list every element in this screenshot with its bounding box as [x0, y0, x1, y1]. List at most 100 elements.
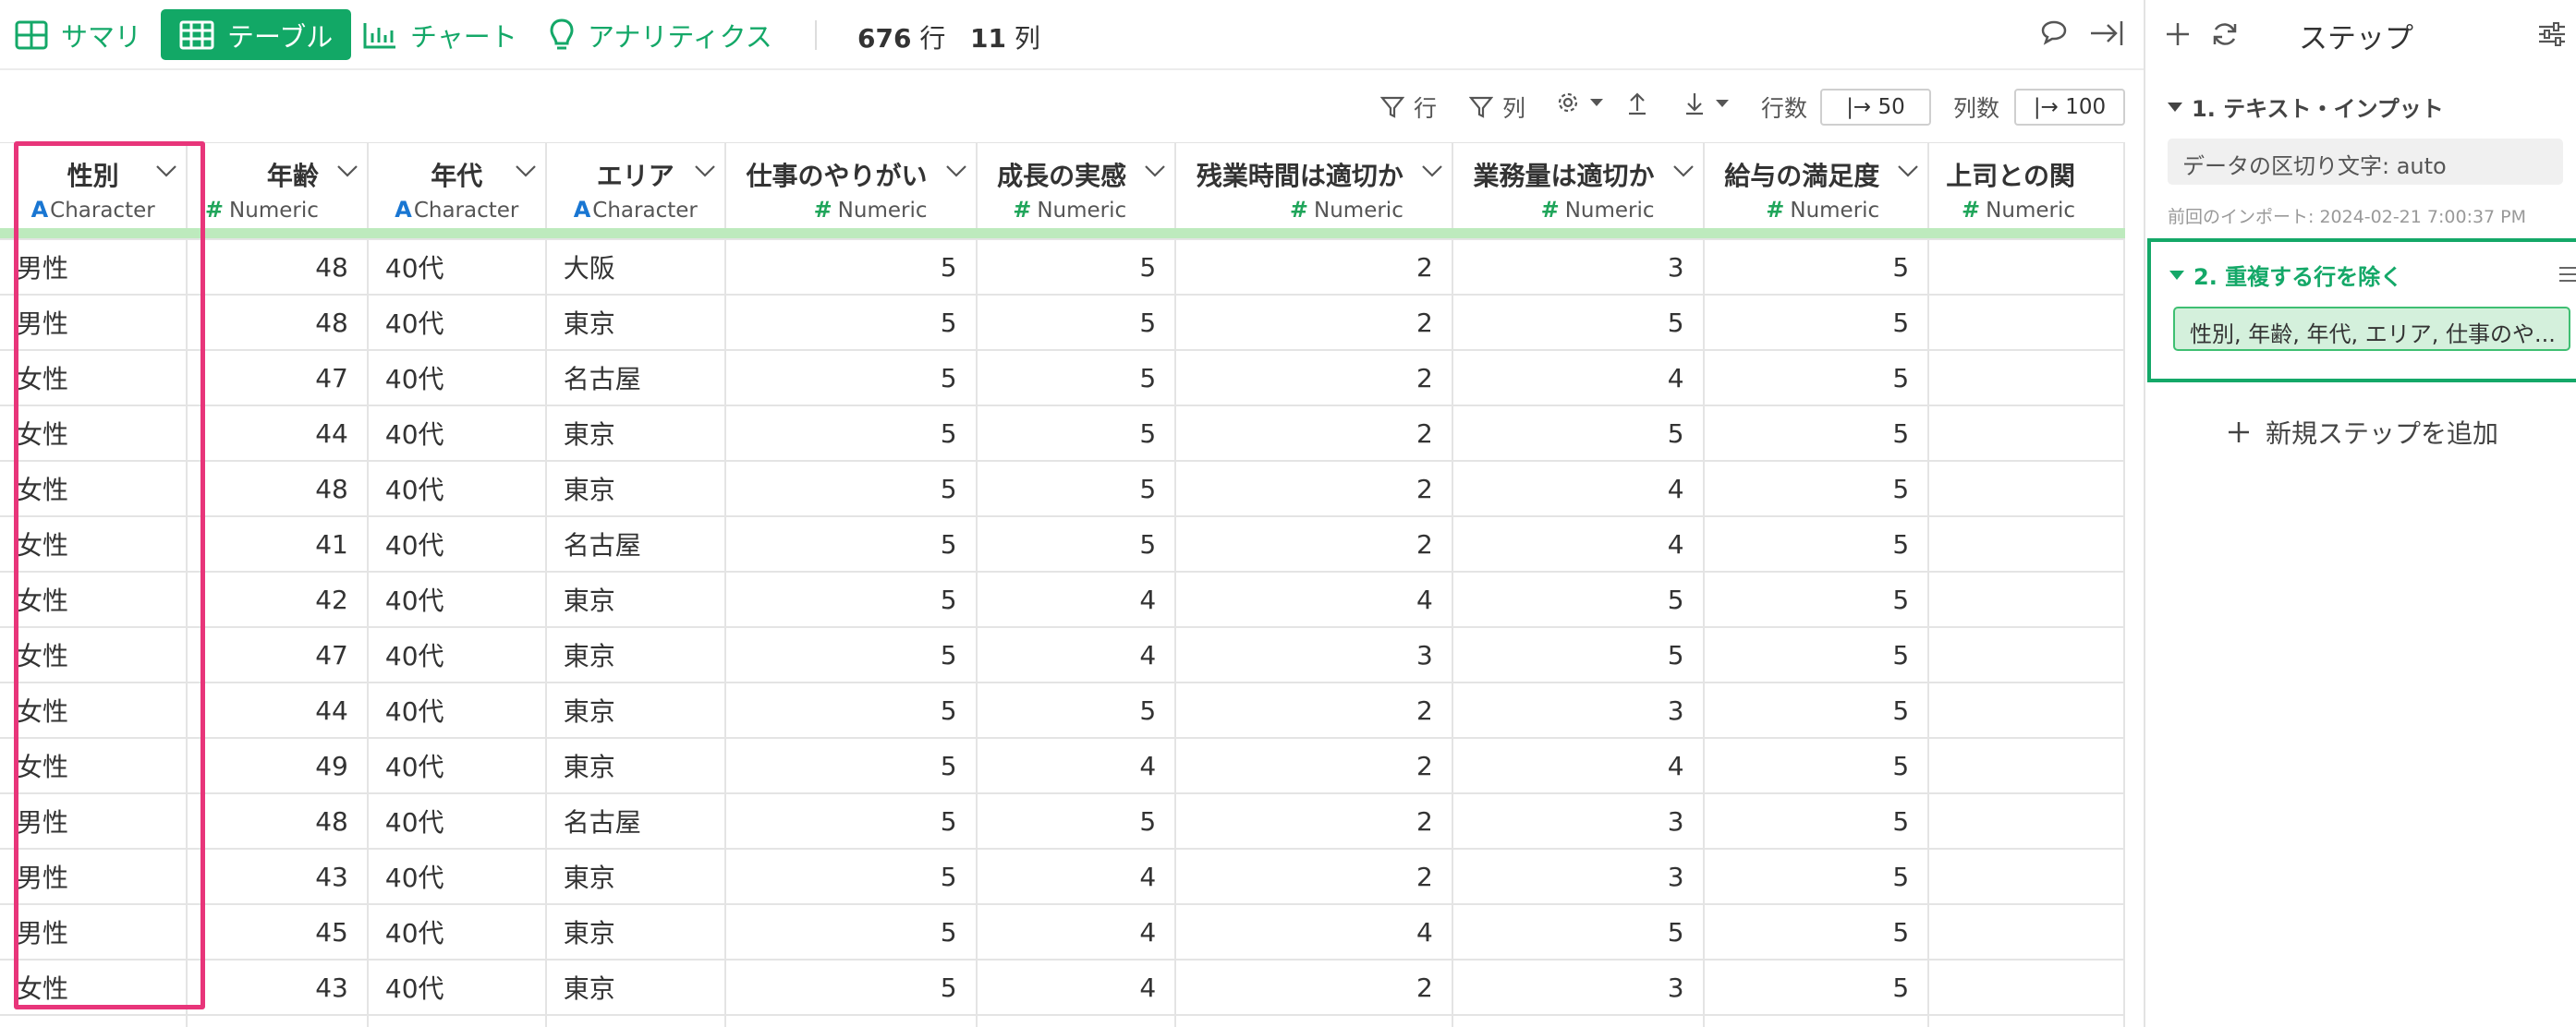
table-cell[interactable]: 東京: [545, 295, 726, 351]
table-cell[interactable]: [0, 1015, 188, 1027]
table-cell[interactable]: 40代: [367, 738, 547, 794]
table-cell[interactable]: 5: [1703, 295, 1930, 351]
chevron-down-icon[interactable]: [693, 163, 717, 178]
table-cell[interactable]: 5: [724, 849, 978, 905]
table-cell[interactable]: 女性: [0, 572, 188, 628]
table-cell[interactable]: 男性: [0, 295, 188, 351]
chevron-down-icon[interactable]: [335, 163, 359, 178]
table-cell[interactable]: 5: [976, 405, 1177, 462]
table-cell[interactable]: 2: [1175, 239, 1453, 296]
table-cell[interactable]: 5: [1703, 572, 1930, 628]
table-cell[interactable]: 女性: [0, 627, 188, 683]
table-cell[interactable]: [1452, 1015, 1705, 1027]
table-cell[interactable]: 40代: [367, 683, 547, 739]
table-cell[interactable]: [1928, 904, 2125, 961]
column-header[interactable]: 年代 ACharacter: [367, 143, 547, 228]
column-header[interactable]: 年齢 # Numeric: [187, 143, 369, 228]
table-cell[interactable]: 女性: [0, 461, 188, 517]
table-cell[interactable]: [1175, 1015, 1453, 1027]
table-cell[interactable]: 2: [1175, 461, 1453, 517]
table-cell[interactable]: [1703, 1015, 1930, 1027]
step-2-header[interactable]: 2. 重複する行を除く: [2169, 259, 2402, 291]
col-filter-button[interactable]: 列: [1469, 91, 1525, 124]
comment-icon[interactable]: [2040, 18, 2068, 46]
tab-chart[interactable]: チャート: [362, 9, 517, 60]
table-cell[interactable]: 2: [1175, 516, 1453, 573]
table-cell[interactable]: 5: [1703, 683, 1930, 739]
table-cell[interactable]: 5: [724, 516, 978, 573]
table-cell[interactable]: [1928, 350, 2125, 406]
table-cell[interactable]: 5: [1703, 793, 1930, 850]
table-cell[interactable]: 東京: [545, 627, 726, 683]
table-cell[interactable]: [1928, 461, 2125, 517]
table-cell[interactable]: 3: [1175, 627, 1453, 683]
column-header[interactable]: 仕事のやりがい # Numeric: [724, 143, 978, 228]
table-cell[interactable]: 3: [1452, 960, 1705, 1016]
table-cell[interactable]: 5: [724, 572, 978, 628]
table-cell[interactable]: [367, 1015, 547, 1027]
table-cell[interactable]: 40代: [367, 904, 547, 961]
column-header[interactable]: 給与の満足度 # Numeric: [1703, 143, 1930, 228]
table-cell[interactable]: 5: [976, 461, 1177, 517]
table-cell[interactable]: 3: [1452, 683, 1705, 739]
table-cell[interactable]: 女性: [0, 738, 188, 794]
table-cell[interactable]: 4: [976, 572, 1177, 628]
table-cell[interactable]: 4: [1452, 461, 1705, 517]
table-cell[interactable]: 4: [1452, 516, 1705, 573]
table-cell[interactable]: [1928, 295, 2125, 351]
table-cell[interactable]: 5: [1703, 405, 1930, 462]
chevron-down-icon[interactable]: [1420, 163, 1444, 178]
table-cell[interactable]: 東京: [545, 405, 726, 462]
table-cell[interactable]: 2: [1175, 738, 1453, 794]
table-cell[interactable]: 女性: [0, 516, 188, 573]
table-cell[interactable]: 東京: [545, 572, 726, 628]
table-cell[interactable]: [1928, 1015, 2125, 1027]
table-cell[interactable]: 5: [1452, 904, 1705, 961]
sort-up-button[interactable]: [1626, 91, 1658, 116]
table-cell[interactable]: 男性: [0, 239, 188, 296]
table-cell[interactable]: 44: [187, 405, 369, 462]
table-cell[interactable]: 4: [1452, 738, 1705, 794]
table-cell[interactable]: 44: [187, 683, 369, 739]
table-cell[interactable]: 43: [187, 849, 369, 905]
table-cell[interactable]: 名古屋: [545, 793, 726, 850]
table-cell[interactable]: 5: [724, 239, 978, 296]
table-cell[interactable]: 49: [187, 738, 369, 794]
table-cell[interactable]: 42: [187, 572, 369, 628]
tab-table[interactable]: テーブル: [161, 9, 352, 60]
table-cell[interactable]: 2: [1175, 960, 1453, 1016]
table-cell[interactable]: 5: [976, 350, 1177, 406]
table-cell[interactable]: 5: [724, 405, 978, 462]
step-1-detail[interactable]: データの区切り文字: auto: [2168, 139, 2563, 185]
table-cell[interactable]: 3: [1452, 239, 1705, 296]
sort-down-button[interactable]: [1683, 91, 1739, 116]
table-cell[interactable]: 5: [724, 904, 978, 961]
table-cell[interactable]: 女性: [0, 960, 188, 1016]
table-cell[interactable]: 4: [1175, 904, 1453, 961]
table-cell[interactable]: 5: [1703, 350, 1930, 406]
table-cell[interactable]: [1928, 793, 2125, 850]
table-cell[interactable]: 5: [724, 295, 978, 351]
rows-limit-input[interactable]: |→ 50: [1820, 89, 1931, 126]
column-header[interactable]: 残業時間は適切か # Numeric: [1175, 143, 1453, 228]
sliders-icon[interactable]: [2537, 20, 2567, 48]
table-cell[interactable]: 5: [976, 516, 1177, 573]
table-cell[interactable]: 2: [1175, 793, 1453, 850]
refresh-icon[interactable]: [2210, 20, 2240, 48]
chevron-down-icon[interactable]: [1143, 163, 1167, 178]
table-cell[interactable]: 5: [1703, 627, 1930, 683]
cols-limit-input[interactable]: |→ 100: [2014, 89, 2125, 126]
step-1-header[interactable]: 1. テキスト・インプット: [2168, 91, 2444, 123]
table-cell[interactable]: 5: [724, 683, 978, 739]
table-cell[interactable]: 5: [724, 738, 978, 794]
column-header[interactable]: 上司との関 # Numeric: [1928, 143, 2125, 228]
table-cell[interactable]: 45: [187, 904, 369, 961]
step-2-columns-chip[interactable]: 性別, 年齢, 年代, エリア, 仕事のや...: [2173, 307, 2570, 351]
table-cell[interactable]: 5: [1703, 738, 1930, 794]
table-cell[interactable]: 東京: [545, 904, 726, 961]
table-cell[interactable]: [1928, 738, 2125, 794]
table-cell[interactable]: [187, 1015, 369, 1027]
table-cell[interactable]: 東京: [545, 960, 726, 1016]
column-header[interactable]: 性別 ACharacter: [0, 143, 188, 228]
table-cell[interactable]: 4: [976, 849, 1177, 905]
